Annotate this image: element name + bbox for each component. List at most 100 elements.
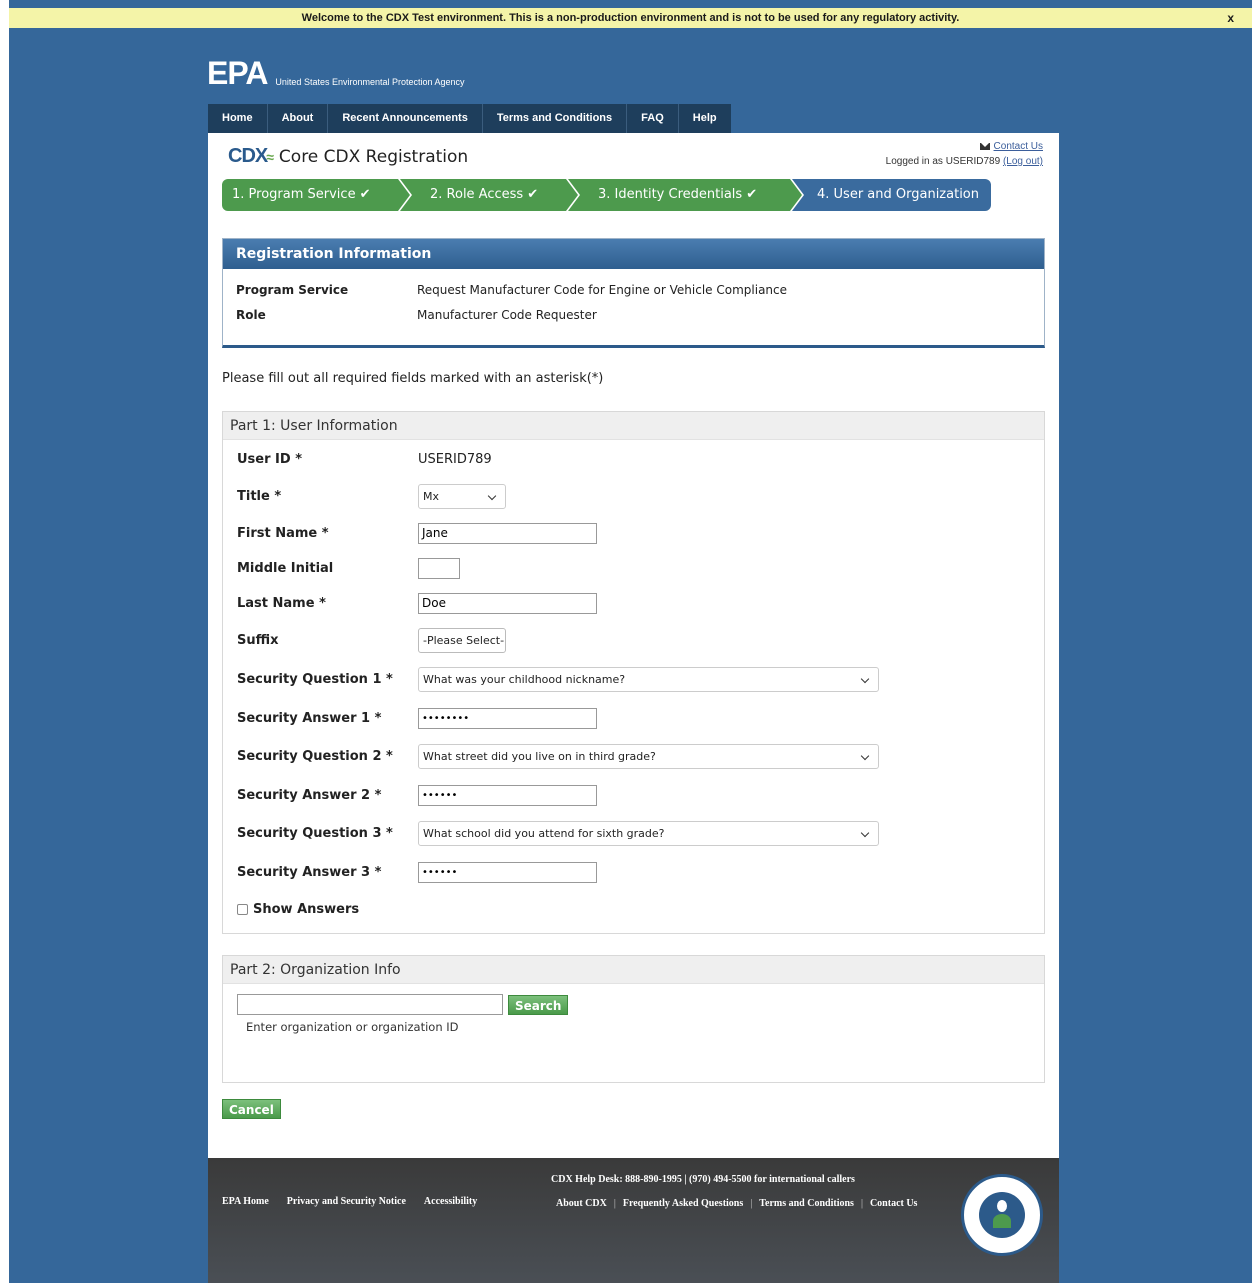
title-row: Title * Mx <box>237 484 506 509</box>
footer-separator: | <box>860 1198 863 1209</box>
first-name-row: First Name * Jane <box>237 523 597 544</box>
footer-terms-link[interactable]: Terms and Conditions <box>759 1198 854 1209</box>
cdx-swoosh-icon: ≈ <box>266 149 274 165</box>
nav-help[interactable]: Help <box>679 104 731 133</box>
title-select[interactable]: Mx <box>418 484 506 509</box>
logged-in-text: Logged in as USERID789 <box>885 156 1001 167</box>
security-question-2-label: Security Question 2 * <box>237 749 393 764</box>
registration-information-panel: Registration Information Program Service… <box>222 238 1045 348</box>
nav-about[interactable]: About <box>268 104 329 133</box>
test-environment-banner: Welcome to the CDX Test environment. Thi… <box>9 8 1252 28</box>
title-select-value: Mx <box>423 490 440 503</box>
middle-initial-input[interactable] <box>418 558 460 579</box>
epa-agency-name: United States Environmental Protection A… <box>275 77 465 87</box>
checkmark-icon: ✔ <box>527 187 539 202</box>
program-service-value: Request Manufacturer Code for Engine or … <box>417 283 788 297</box>
part1-user-information: Part 1: User Information User ID * USERI… <box>222 411 1045 934</box>
security-answer-3-input[interactable]: •••••• <box>418 862 597 883</box>
main-content: CDX≈ Core CDX Registration Contact Us Lo… <box>208 133 1059 1158</box>
organization-search-input[interactable] <box>237 994 503 1015</box>
required-fields-instructions: Please fill out all required fields mark… <box>222 371 604 386</box>
epa-logo[interactable]: EPA United States Environmental Protecti… <box>207 56 465 90</box>
security-answer-1-row: Security Answer 1 * •••••••• <box>237 708 597 729</box>
security-answer-1-input[interactable]: •••••••• <box>418 708 597 729</box>
security-question-3-label: Security Question 3 * <box>237 826 393 841</box>
organization-search-hint: Enter organization or organization ID <box>246 1020 459 1034</box>
mail-icon <box>979 142 990 150</box>
page-header: CDX≈ Core CDX Registration <box>228 145 468 168</box>
show-answers-checkbox[interactable] <box>237 904 248 915</box>
step-identity-credentials: 3. Identity Credentials ✔ <box>568 179 804 211</box>
user-info-box: Contact Us Logged in as USERID789 (Log o… <box>886 139 1043 169</box>
role-label: Role <box>236 308 266 322</box>
footer-separator: | <box>750 1198 753 1209</box>
suffix-row: Suffix -Please Select- <box>237 628 506 653</box>
step-label: 4. User and Organization <box>817 187 979 202</box>
checkmark-icon: ✔ <box>359 187 371 202</box>
user-id-row: User ID * USERID789 <box>237 452 492 467</box>
security-question-1-row: Security Question 1 * What was your chil… <box>237 667 879 692</box>
security-answer-2-input[interactable]: •••••• <box>418 785 597 806</box>
part2-organization-info: Part 2: Organization Info Search Enter o… <box>222 955 1045 1083</box>
first-name-input[interactable]: Jane <box>418 523 597 544</box>
footer-about-cdx-link[interactable]: About CDX <box>556 1198 607 1209</box>
security-question-2-row: Security Question 2 * What street did yo… <box>237 744 879 769</box>
nav-recent-announcements[interactable]: Recent Announcements <box>328 104 483 133</box>
top-navigation: Home About Recent Announcements Terms an… <box>208 104 731 133</box>
show-answers-label: Show Answers <box>253 902 360 917</box>
progress-steps: 1. Program Service ✔ 2. Role Access ✔ 3. I… <box>222 179 992 211</box>
step-user-and-organization: 4. User and Organization <box>792 179 991 211</box>
footer-separator: | <box>613 1198 616 1209</box>
nav-faq[interactable]: FAQ <box>627 104 679 133</box>
program-service-label: Program Service <box>236 283 349 297</box>
seal-emblem <box>979 1192 1025 1238</box>
footer-epa-home-link[interactable]: EPA Home <box>222 1196 269 1207</box>
step-label: 2. Role Access <box>430 187 524 202</box>
part2-title: Part 2: Organization Info <box>223 956 1044 984</box>
security-question-1-value: What was your childhood nickname? <box>423 673 626 686</box>
last-name-input[interactable]: Doe <box>418 593 597 614</box>
footer-right-links: About CDX | Frequently Asked Questions |… <box>556 1198 917 1209</box>
checkmark-icon: ✔ <box>746 187 758 202</box>
security-question-1-label: Security Question 1 * <box>237 672 393 687</box>
role-row: Role Manufacturer Code Requester <box>236 308 597 322</box>
security-question-2-select[interactable]: What street did you live on in third gra… <box>418 744 879 769</box>
part1-title: Part 1: User Information <box>223 412 1044 440</box>
epa-logo-mark: EPA <box>207 55 268 91</box>
security-question-3-row: Security Question 3 * What school did yo… <box>237 821 879 846</box>
chevron-down-icon <box>860 751 870 761</box>
suffix-select[interactable]: -Please Select- <box>418 628 506 653</box>
registration-panel-title: Registration Information <box>223 239 1044 269</box>
step-label: 3. Identity Credentials <box>598 187 743 202</box>
banner-close-button[interactable]: x <box>1227 8 1234 28</box>
suffix-label: Suffix <box>237 633 279 648</box>
program-service-row: Program Service Request Manufacturer Code… <box>236 283 787 297</box>
footer-accessibility-link[interactable]: Accessibility <box>424 1196 477 1207</box>
footer-faq-link[interactable]: Frequently Asked Questions <box>623 1198 743 1209</box>
middle-initial-label: Middle Initial <box>237 561 334 576</box>
security-question-3-select[interactable]: What school did you attend for sixth gra… <box>418 821 879 846</box>
chevron-down-icon <box>487 491 497 501</box>
footer-privacy-link[interactable]: Privacy and Security Notice <box>287 1196 406 1207</box>
role-value: Manufacturer Code Requester <box>417 308 597 322</box>
search-button[interactable]: Search <box>508 995 569 1015</box>
security-question-1-select[interactable]: What was your childhood nickname? <box>418 667 879 692</box>
cdx-logo: CDX≈ <box>228 145 274 168</box>
logout-link[interactable]: (Log out) <box>1003 156 1043 167</box>
cancel-button[interactable]: Cancel <box>222 1099 281 1119</box>
first-name-label: First Name * <box>237 526 329 541</box>
step-role-access: 2. Role Access ✔ <box>400 179 580 211</box>
security-answer-2-label: Security Answer 2 * <box>237 788 382 803</box>
nav-home[interactable]: Home <box>208 104 268 133</box>
chevron-down-icon <box>860 828 870 838</box>
footer-contact-link[interactable]: Contact Us <box>870 1198 918 1209</box>
show-answers-toggle[interactable]: Show Answers <box>237 902 359 917</box>
step-label: 1. Program Service <box>232 187 356 202</box>
seal-leaf-shape <box>993 1214 1011 1228</box>
nav-terms-and-conditions[interactable]: Terms and Conditions <box>483 104 628 133</box>
security-answer-3-label: Security Answer 3 * <box>237 865 382 880</box>
contact-us-link[interactable]: Contact Us <box>994 141 1043 152</box>
suffix-select-value: -Please Select- <box>423 634 505 647</box>
user-id-value: USERID789 <box>418 452 492 467</box>
title-label: Title * <box>237 489 282 504</box>
